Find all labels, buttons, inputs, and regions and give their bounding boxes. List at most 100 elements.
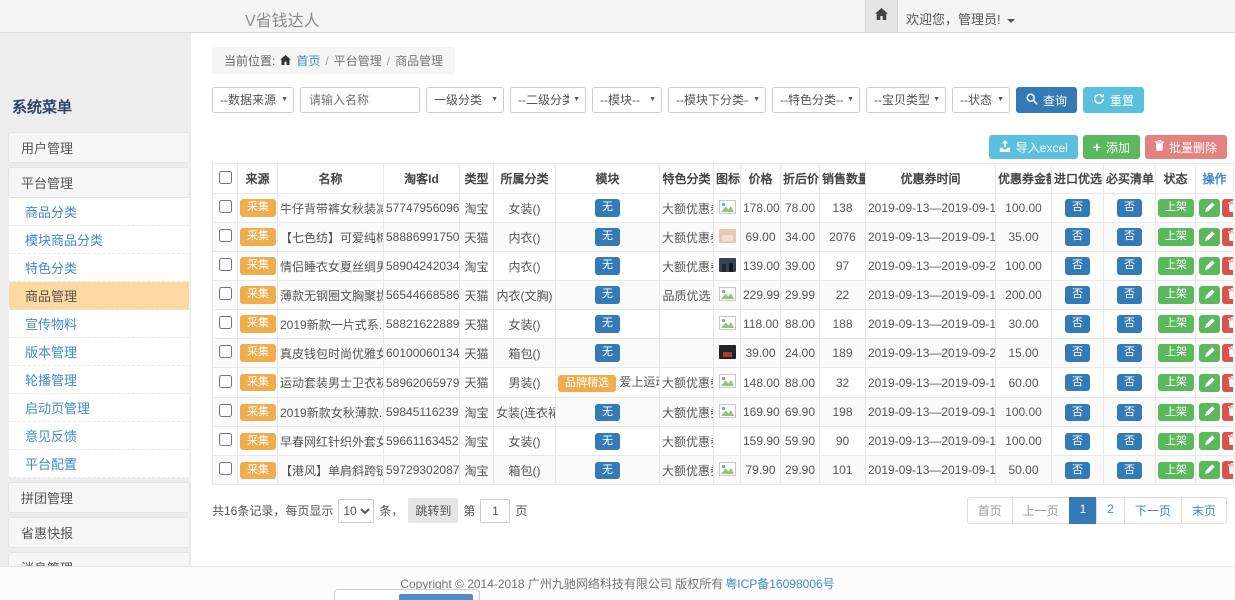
status-badge[interactable]: 上架 [1158,199,1194,216]
imported-toggle[interactable]: 否 [1065,257,1090,274]
module-none-badge[interactable]: 无 [595,433,620,450]
home-button[interactable] [865,0,898,32]
page-button[interactable]: 上一页 [1012,497,1070,524]
delete-button[interactable] [1222,344,1234,362]
sidebar-item[interactable]: 平台管理 [8,167,190,198]
delete-button[interactable] [1222,374,1234,392]
select-all-checkbox[interactable] [219,171,232,184]
imported-toggle[interactable]: 否 [1065,286,1090,303]
filter-select[interactable]: --宝贝类型-- [866,87,946,113]
edit-button[interactable] [1199,344,1220,362]
edit-button[interactable] [1199,286,1220,304]
page-button[interactable]: 首页 [967,497,1013,524]
row-checkbox[interactable] [219,316,232,329]
page-button[interactable]: 末页 [1181,497,1227,524]
page-button[interactable]: 2 [1096,497,1125,524]
name-search-input[interactable] [300,87,420,113]
must-buy-toggle[interactable]: 否 [1117,462,1142,479]
must-buy-toggle[interactable]: 否 [1117,344,1142,361]
sidebar-item[interactable]: 商品分类 [8,198,190,226]
imported-toggle[interactable]: 否 [1065,462,1090,479]
status-badge[interactable]: 上架 [1158,228,1194,245]
row-checkbox[interactable] [219,258,232,271]
edit-button[interactable] [1199,199,1220,217]
must-buy-toggle[interactable]: 否 [1117,257,1142,274]
status-badge[interactable]: 上架 [1158,315,1194,332]
delete-button[interactable] [1222,257,1234,275]
sidebar-item[interactable]: 模块商品分类 [8,226,190,254]
filter-select[interactable]: --特色分类-- [772,87,860,113]
user-menu[interactable]: 欢迎您，管理员! [906,9,1015,28]
imported-toggle[interactable]: 否 [1065,315,1090,332]
jump-to-button[interactable]: 跳转到 [408,498,458,523]
edit-button[interactable] [1199,461,1220,479]
imported-toggle[interactable]: 否 [1065,344,1090,361]
module-none-badge[interactable]: 无 [595,462,620,479]
module-none-badge[interactable]: 无 [595,286,620,303]
status-badge[interactable]: 上架 [1158,257,1194,274]
imported-toggle[interactable]: 否 [1065,404,1090,421]
row-checkbox[interactable] [219,375,232,388]
page-button[interactable]: 1 [1069,497,1098,524]
sidebar-item[interactable]: 轮播管理 [8,366,190,394]
row-checkbox[interactable] [219,287,232,300]
module-none-badge[interactable]: 无 [595,404,620,421]
module-none-badge[interactable]: 无 [595,344,620,361]
sidebar-item[interactable]: 特色分类 [8,254,190,282]
module-none-badge[interactable]: 无 [595,199,620,216]
must-buy-toggle[interactable]: 否 [1117,315,1142,332]
status-badge[interactable]: 上架 [1158,286,1194,303]
imported-toggle[interactable]: 否 [1065,199,1090,216]
page-button[interactable]: 下一页 [1124,497,1182,524]
sidebar-item[interactable]: 启动页管理 [8,394,190,422]
module-none-badge[interactable]: 无 [595,228,620,245]
row-checkbox[interactable] [219,462,232,475]
must-buy-toggle[interactable]: 否 [1117,433,1142,450]
status-badge[interactable]: 上架 [1158,462,1194,479]
sidebar-item[interactable]: 平台配置 [8,450,190,478]
row-checkbox[interactable] [219,404,232,417]
must-buy-toggle[interactable]: 否 [1117,199,1142,216]
row-checkbox[interactable] [219,229,232,242]
add-button[interactable]: + 添加 [1083,135,1140,159]
status-badge[interactable]: 上架 [1158,344,1194,361]
reset-button[interactable]: 重置 [1083,87,1144,113]
filter-select[interactable]: --模块下分类-- [668,87,766,113]
batch-delete-button[interactable]: 批量删除 [1145,135,1227,159]
filter-select[interactable]: --状态-- [952,87,1010,113]
sidebar-item[interactable]: 意见反馈 [8,422,190,450]
icp-link[interactable]: 粤ICP备16098006号 [725,575,834,592]
edit-button[interactable] [1199,228,1220,246]
status-badge[interactable]: 上架 [1158,433,1194,450]
must-buy-toggle[interactable]: 否 [1117,374,1142,391]
delete-button[interactable] [1222,403,1234,421]
delete-button[interactable] [1222,286,1234,304]
status-badge[interactable]: 上架 [1158,374,1194,391]
edit-button[interactable] [1199,374,1220,392]
delete-button[interactable] [1222,315,1234,333]
module-none-badge[interactable]: 无 [595,315,620,332]
imported-toggle[interactable]: 否 [1065,433,1090,450]
per-page-select[interactable]: 10 [338,499,374,523]
delete-button[interactable] [1222,461,1234,479]
row-checkbox[interactable] [219,345,232,358]
delete-button[interactable] [1222,228,1234,246]
must-buy-toggle[interactable]: 否 [1117,286,1142,303]
edit-button[interactable] [1199,432,1220,450]
status-badge[interactable]: 上架 [1158,404,1194,421]
sidebar-item[interactable]: 版本管理 [8,338,190,366]
filter-select[interactable]: --模块-- [592,87,662,113]
module-none-badge[interactable]: 无 [595,257,620,274]
search-button[interactable]: 查询 [1016,87,1077,113]
must-buy-toggle[interactable]: 否 [1117,228,1142,245]
sidebar-item[interactable]: 省惠快报 [8,517,190,548]
sidebar-item[interactable]: 拼团管理 [8,482,190,513]
filter-select[interactable]: --数据来源-- [212,87,294,113]
edit-button[interactable] [1199,257,1220,275]
delete-button[interactable] [1222,432,1234,450]
delete-button[interactable] [1222,199,1234,217]
imported-toggle[interactable]: 否 [1065,374,1090,391]
sidebar-item[interactable]: 商品管理 [8,282,190,310]
page-number-input[interactable] [480,499,510,523]
sidebar-item[interactable]: 用户管理 [8,132,190,163]
